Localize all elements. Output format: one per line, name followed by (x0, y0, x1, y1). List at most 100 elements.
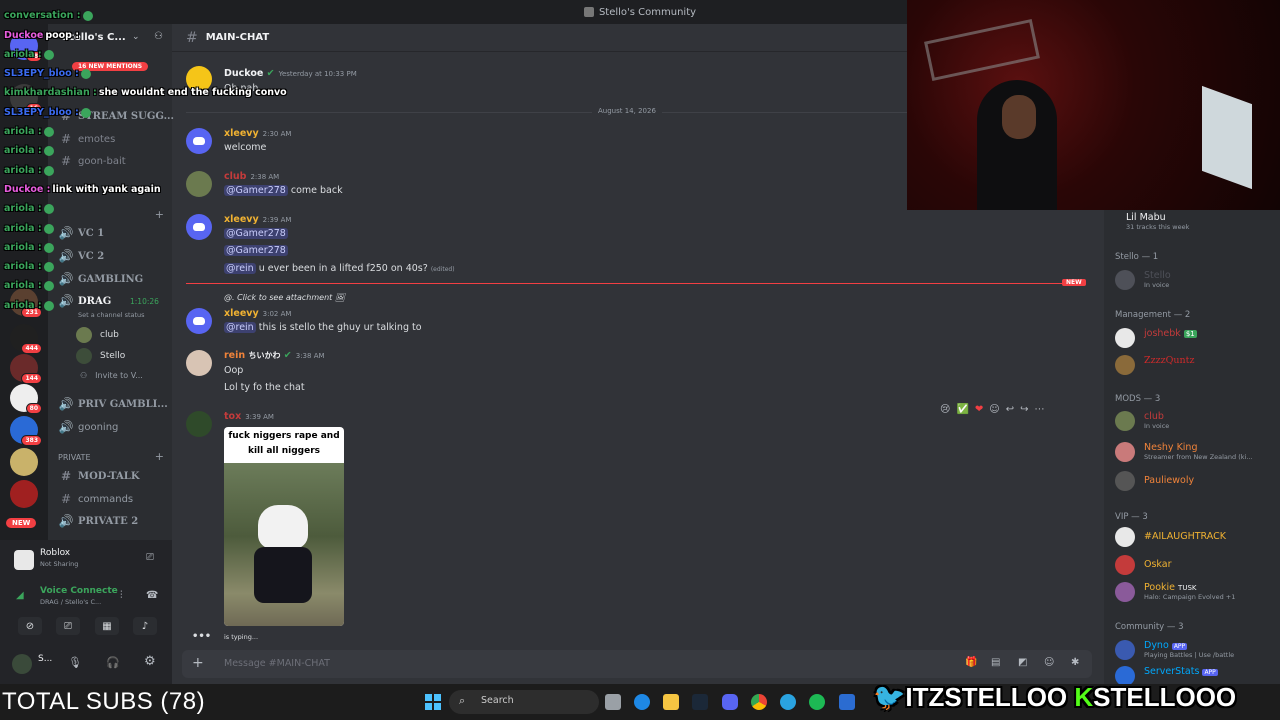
screen-share-button[interactable]: ⎚ (56, 617, 80, 635)
activities-button[interactable]: ▦ (95, 617, 119, 635)
member-row[interactable]: Stello In voice (1115, 268, 1275, 292)
member-row[interactable]: Oskar (1115, 553, 1275, 577)
server-icon-7[interactable]: 383 (10, 416, 42, 446)
noise-suppression-icon[interactable]: ⫶ (120, 590, 123, 601)
message-composer[interactable]: + Message #MAIN-CHAT 🎁 ▤ ◩ ☺ ✱ (182, 650, 1092, 678)
add-channel-icon[interactable]: + (155, 450, 164, 463)
channel-commands[interactable]: # commands (58, 489, 133, 509)
username[interactable]: S... (38, 654, 52, 664)
author-name[interactable]: tox (224, 411, 241, 422)
discord-icon[interactable] (722, 694, 738, 710)
sticker-icon[interactable]: ◩ (1018, 657, 1027, 668)
member-row[interactable]: Dyno APP Playing Battles | Use /battle (1115, 638, 1275, 662)
invite-to-voice[interactable]: ⚇ Invite to V... (80, 371, 143, 380)
emote-icon (43, 165, 54, 176)
member-row[interactable]: Pookie TUSK Halo: Campaign Evolved +1 (1115, 580, 1275, 604)
author-line: rein ちいかわ ✔ 3:38 AM (224, 350, 325, 361)
member-row[interactable]: Pauliewoly (1115, 469, 1275, 493)
reaction-sad-icon[interactable]: 😢 (940, 404, 950, 415)
member-row[interactable]: #AILAUGHTRACK (1115, 525, 1275, 549)
channel-private2[interactable]: 🔊 PRIVATE 2 (58, 511, 139, 531)
voice-user[interactable]: Stello (76, 348, 125, 364)
camera-off-button[interactable]: ⊘ (18, 617, 42, 635)
gear-icon[interactable]: ⚙ (144, 654, 156, 669)
author-name[interactable]: rein (224, 350, 245, 361)
spotify-icon[interactable] (809, 694, 825, 710)
channel-title: MAIN-CHAT (205, 32, 270, 43)
user-mention[interactable]: @rein (224, 263, 256, 274)
channel-drag[interactable]: 🔊 DRAG (58, 291, 112, 311)
add-member-icon[interactable]: ⚇ (154, 31, 163, 42)
reply-icon[interactable]: ↩ (1006, 404, 1014, 415)
channel-label: GAMBLING (78, 273, 144, 285)
telegram-icon[interactable] (780, 694, 796, 710)
emote-icon (43, 203, 54, 214)
member-name: Stello (1144, 270, 1171, 281)
add-attachment-icon[interactable]: + (192, 655, 204, 671)
category-private[interactable]: PRIVATE (58, 453, 91, 462)
add-reaction-icon[interactable]: ☺ (989, 404, 999, 415)
gift-icon[interactable]: 🎁 (965, 657, 977, 668)
server-icon-5[interactable]: 144 (10, 354, 42, 384)
reaction-heart-icon[interactable]: ❤ (975, 404, 983, 415)
channel-priv-gambling[interactable]: 🔊 PRIV GAMBLI... (58, 394, 168, 414)
channel-goon-bait[interactable]: # goon-bait (58, 151, 126, 171)
author-name[interactable]: club (224, 171, 246, 182)
channel-emotes[interactable]: # emotes (58, 129, 115, 149)
author-name[interactable]: xleevy (224, 128, 259, 139)
channel-gooning[interactable]: 🔊 gooning (58, 417, 119, 437)
forward-icon[interactable]: ↪ (1020, 404, 1028, 415)
new-pill[interactable]: NEW (6, 518, 37, 528)
add-channel-icon[interactable]: + (155, 208, 164, 221)
edge-icon[interactable] (634, 694, 650, 710)
file-explorer-icon[interactable] (663, 694, 679, 710)
voice-user[interactable]: club (76, 327, 119, 343)
author-name[interactable]: Duckoe (224, 68, 263, 79)
mic-icon[interactable]: 🎙 (68, 656, 82, 669)
more-icon[interactable]: ⋯ (1035, 404, 1045, 415)
steam-icon[interactable] (692, 694, 708, 710)
apps-icon[interactable]: ✱ (1071, 657, 1079, 668)
chevron-down-icon[interactable]: ⌄ (132, 32, 140, 42)
reaction-check-icon[interactable]: ✅ (956, 404, 968, 415)
channel-mod-talk[interactable]: # MOD-TALK (58, 466, 140, 486)
author-name[interactable]: xleevy (224, 214, 259, 225)
member-row[interactable]: club In voice (1115, 409, 1275, 433)
emoji-icon[interactable]: ☺ (1044, 657, 1054, 668)
channel-vc1[interactable]: 🔊 VC 1 (58, 223, 105, 243)
member-row[interactable]: Neshy King Streamer from New Zealand (ki.… (1115, 440, 1275, 464)
user-mention[interactable]: @Gamer278 (224, 185, 288, 196)
gif-icon[interactable]: ▤ (991, 657, 1000, 668)
server-icon-4[interactable]: 444 (10, 324, 42, 354)
image-attachment[interactable]: fuck niggers rape and kill all niggers (224, 427, 344, 626)
server-icon-8[interactable] (10, 448, 38, 476)
member-row[interactable]: ZzzzQuntz (1115, 353, 1275, 377)
overlay-username: ariola : (4, 165, 42, 176)
channel-status[interactable]: Set a channel status (78, 311, 145, 319)
user-mention[interactable]: @Gamer278 (224, 245, 288, 256)
user-mention[interactable]: @Gamer278 (224, 228, 288, 239)
member-status: Halo: Campaign Evolved +1 (1144, 593, 1236, 601)
screen-share-icon[interactable]: ⎚ (146, 552, 154, 563)
avatar[interactable] (12, 654, 32, 674)
speaker-icon: 🔊 (58, 294, 74, 308)
disconnect-icon[interactable]: ☎ (146, 590, 158, 601)
headphones-icon[interactable]: 🎧 (106, 656, 120, 669)
taskbar-search[interactable]: ⌕ Search (449, 690, 599, 714)
settings-app-icon[interactable] (605, 694, 621, 710)
voice-connected-label[interactable]: Voice Connecte (40, 586, 118, 596)
soundboard-button[interactable]: ♪ (133, 617, 157, 635)
server-icon-9[interactable] (10, 480, 38, 508)
message-input[interactable]: Message #MAIN-CHAT (224, 658, 330, 669)
channel-gambling[interactable]: 🔊 GAMBLING (58, 269, 144, 289)
server-icon-6[interactable]: 80 (10, 384, 42, 414)
channel-vc2[interactable]: 🔊 VC 2 (58, 246, 105, 266)
windows-start-icon[interactable] (425, 694, 441, 710)
app-icon[interactable] (839, 694, 855, 710)
member-row[interactable]: Lil Mabu 31 tracks this week (1115, 210, 1275, 234)
member-row[interactable]: joshebk $1 (1115, 326, 1275, 350)
reply-preview[interactable]: @. Click to see attachment 🖼 (224, 293, 345, 302)
author-name[interactable]: xleevy (224, 308, 259, 319)
chrome-icon[interactable] (751, 694, 767, 710)
user-mention[interactable]: @rein (224, 322, 256, 333)
